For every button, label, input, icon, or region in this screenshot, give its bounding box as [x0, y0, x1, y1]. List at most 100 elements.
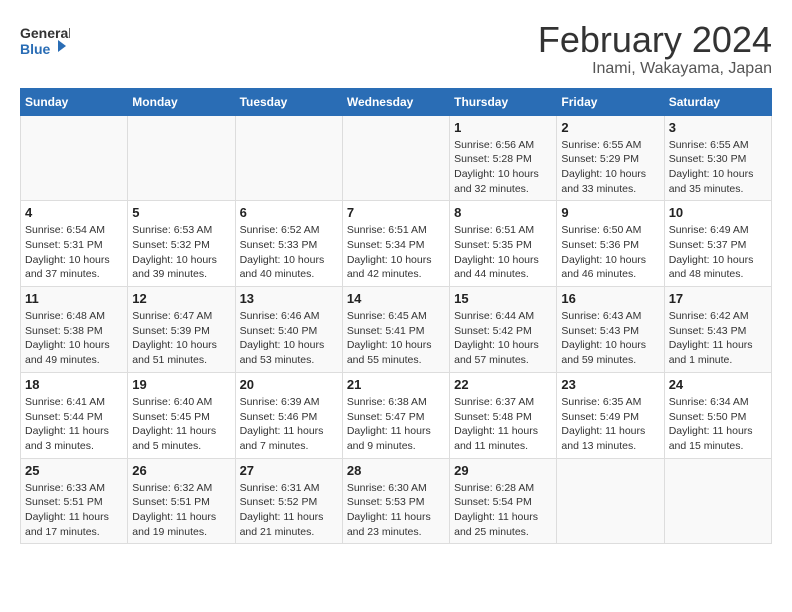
page-subtitle: Inami, Wakayama, Japan — [538, 60, 772, 78]
day-info: Sunrise: 6:41 AM Sunset: 5:44 PM Dayligh… — [25, 395, 123, 454]
day-number: 11 — [25, 291, 123, 306]
calendar-cell: 9 Sunrise: 6:50 AM Sunset: 5:36 PM Daylig… — [557, 201, 664, 287]
day-number: 9 — [561, 205, 659, 220]
calendar-cell: 19 Sunrise: 6:40 AM Sunset: 5:45 PM Dayli… — [128, 372, 235, 458]
calendar-cell: 23 Sunrise: 6:35 AM Sunset: 5:49 PM Dayli… — [557, 372, 664, 458]
calendar-cell: 24 Sunrise: 6:34 AM Sunset: 5:50 PM Dayli… — [664, 372, 771, 458]
logo: GeneralBlue — [20, 20, 70, 62]
calendar-cell: 15 Sunrise: 6:44 AM Sunset: 5:42 PM Dayli… — [450, 287, 557, 373]
week-row-3: 11 Sunrise: 6:48 AM Sunset: 5:38 PM Dayli… — [21, 287, 772, 373]
week-row-5: 25 Sunrise: 6:33 AM Sunset: 5:51 PM Dayli… — [21, 458, 772, 544]
day-number: 7 — [347, 205, 445, 220]
column-header-thursday: Thursday — [450, 88, 557, 115]
day-number: 18 — [25, 377, 123, 392]
day-info: Sunrise: 6:48 AM Sunset: 5:38 PM Dayligh… — [25, 309, 123, 368]
day-info: Sunrise: 6:55 AM Sunset: 5:29 PM Dayligh… — [561, 138, 659, 197]
calendar-cell: 1 Sunrise: 6:56 AM Sunset: 5:28 PM Daylig… — [450, 115, 557, 201]
calendar-cell — [664, 458, 771, 544]
day-info: Sunrise: 6:53 AM Sunset: 5:32 PM Dayligh… — [132, 223, 230, 282]
day-info: Sunrise: 6:42 AM Sunset: 5:43 PM Dayligh… — [669, 309, 767, 368]
calendar-cell: 18 Sunrise: 6:41 AM Sunset: 5:44 PM Dayli… — [21, 372, 128, 458]
header-row: SundayMondayTuesdayWednesdayThursdayFrid… — [21, 88, 772, 115]
day-number: 16 — [561, 291, 659, 306]
day-info: Sunrise: 6:32 AM Sunset: 5:51 PM Dayligh… — [132, 481, 230, 540]
day-number: 15 — [454, 291, 552, 306]
day-info: Sunrise: 6:37 AM Sunset: 5:48 PM Dayligh… — [454, 395, 552, 454]
day-number: 1 — [454, 120, 552, 135]
day-number: 14 — [347, 291, 445, 306]
day-number: 5 — [132, 205, 230, 220]
column-header-sunday: Sunday — [21, 88, 128, 115]
day-number: 13 — [240, 291, 338, 306]
calendar-cell: 29 Sunrise: 6:28 AM Sunset: 5:54 PM Dayli… — [450, 458, 557, 544]
day-info: Sunrise: 6:33 AM Sunset: 5:51 PM Dayligh… — [25, 481, 123, 540]
calendar-table: SundayMondayTuesdayWednesdayThursdayFrid… — [20, 88, 772, 545]
calendar-cell: 26 Sunrise: 6:32 AM Sunset: 5:51 PM Dayli… — [128, 458, 235, 544]
column-header-wednesday: Wednesday — [342, 88, 449, 115]
calendar-cell: 5 Sunrise: 6:53 AM Sunset: 5:32 PM Daylig… — [128, 201, 235, 287]
day-number: 25 — [25, 463, 123, 478]
calendar-cell: 16Sunrise: 6:43 AM Sunset: 5:43 PM Dayli… — [557, 287, 664, 373]
day-info: Sunrise: 6:51 AM Sunset: 5:35 PM Dayligh… — [454, 223, 552, 282]
calendar-cell: 21 Sunrise: 6:38 AM Sunset: 5:47 PM Dayli… — [342, 372, 449, 458]
calendar-cell: 7 Sunrise: 6:51 AM Sunset: 5:34 PM Daylig… — [342, 201, 449, 287]
calendar-cell: 25 Sunrise: 6:33 AM Sunset: 5:51 PM Dayli… — [21, 458, 128, 544]
calendar-cell: 4 Sunrise: 6:54 AM Sunset: 5:31 PM Daylig… — [21, 201, 128, 287]
day-number: 6 — [240, 205, 338, 220]
calendar-cell: 11 Sunrise: 6:48 AM Sunset: 5:38 PM Dayli… — [21, 287, 128, 373]
calendar-cell: 14 Sunrise: 6:45 AM Sunset: 5:41 PM Dayli… — [342, 287, 449, 373]
day-info: Sunrise: 6:34 AM Sunset: 5:50 PM Dayligh… — [669, 395, 767, 454]
day-number: 24 — [669, 377, 767, 392]
day-info: Sunrise: 6:44 AM Sunset: 5:42 PM Dayligh… — [454, 309, 552, 368]
day-number: 4 — [25, 205, 123, 220]
calendar-cell — [557, 458, 664, 544]
week-row-1: 1 Sunrise: 6:56 AM Sunset: 5:28 PM Daylig… — [21, 115, 772, 201]
column-header-tuesday: Tuesday — [235, 88, 342, 115]
day-info: Sunrise: 6:56 AM Sunset: 5:28 PM Dayligh… — [454, 138, 552, 197]
day-info: Sunrise: 6:38 AM Sunset: 5:47 PM Dayligh… — [347, 395, 445, 454]
day-info: Sunrise: 6:46 AM Sunset: 5:40 PM Dayligh… — [240, 309, 338, 368]
day-number: 19 — [132, 377, 230, 392]
day-info: Sunrise: 6:50 AM Sunset: 5:36 PM Dayligh… — [561, 223, 659, 282]
day-number: 3 — [669, 120, 767, 135]
week-row-2: 4 Sunrise: 6:54 AM Sunset: 5:31 PM Daylig… — [21, 201, 772, 287]
day-number: 12 — [132, 291, 230, 306]
page-header: GeneralBlue February 2024 Inami, Wakayam… — [20, 20, 772, 78]
day-number: 21 — [347, 377, 445, 392]
day-info: Sunrise: 6:39 AM Sunset: 5:46 PM Dayligh… — [240, 395, 338, 454]
calendar-cell: 10Sunrise: 6:49 AM Sunset: 5:37 PM Dayli… — [664, 201, 771, 287]
day-info: Sunrise: 6:35 AM Sunset: 5:49 PM Dayligh… — [561, 395, 659, 454]
title-block: February 2024 Inami, Wakayama, Japan — [538, 20, 772, 78]
calendar-cell: 3Sunrise: 6:55 AM Sunset: 5:30 PM Daylig… — [664, 115, 771, 201]
day-number: 28 — [347, 463, 445, 478]
day-number: 27 — [240, 463, 338, 478]
calendar-cell — [342, 115, 449, 201]
day-number: 26 — [132, 463, 230, 478]
day-number: 29 — [454, 463, 552, 478]
day-info: Sunrise: 6:45 AM Sunset: 5:41 PM Dayligh… — [347, 309, 445, 368]
calendar-cell: 6 Sunrise: 6:52 AM Sunset: 5:33 PM Daylig… — [235, 201, 342, 287]
day-number: 23 — [561, 377, 659, 392]
column-header-monday: Monday — [128, 88, 235, 115]
day-info: Sunrise: 6:31 AM Sunset: 5:52 PM Dayligh… — [240, 481, 338, 540]
day-info: Sunrise: 6:51 AM Sunset: 5:34 PM Dayligh… — [347, 223, 445, 282]
day-info: Sunrise: 6:28 AM Sunset: 5:54 PM Dayligh… — [454, 481, 552, 540]
day-info: Sunrise: 6:47 AM Sunset: 5:39 PM Dayligh… — [132, 309, 230, 368]
calendar-cell: 20 Sunrise: 6:39 AM Sunset: 5:46 PM Dayli… — [235, 372, 342, 458]
day-number: 17 — [669, 291, 767, 306]
day-number: 2 — [561, 120, 659, 135]
page-title: February 2024 — [538, 20, 772, 60]
day-info: Sunrise: 6:52 AM Sunset: 5:33 PM Dayligh… — [240, 223, 338, 282]
calendar-cell: 28 Sunrise: 6:30 AM Sunset: 5:53 PM Dayli… — [342, 458, 449, 544]
day-number: 20 — [240, 377, 338, 392]
week-row-4: 18 Sunrise: 6:41 AM Sunset: 5:44 PM Dayli… — [21, 372, 772, 458]
calendar-cell: 17 Sunrise: 6:42 AM Sunset: 5:43 PM Dayli… — [664, 287, 771, 373]
logo-svg: GeneralBlue — [20, 20, 70, 62]
calendar-cell: 22Sunrise: 6:37 AM Sunset: 5:48 PM Dayli… — [450, 372, 557, 458]
day-info: Sunrise: 6:49 AM Sunset: 5:37 PM Dayligh… — [669, 223, 767, 282]
day-info: Sunrise: 6:30 AM Sunset: 5:53 PM Dayligh… — [347, 481, 445, 540]
calendar-cell: 27 Sunrise: 6:31 AM Sunset: 5:52 PM Dayli… — [235, 458, 342, 544]
day-info: Sunrise: 6:40 AM Sunset: 5:45 PM Dayligh… — [132, 395, 230, 454]
day-info: Sunrise: 6:54 AM Sunset: 5:31 PM Dayligh… — [25, 223, 123, 282]
calendar-cell — [21, 115, 128, 201]
